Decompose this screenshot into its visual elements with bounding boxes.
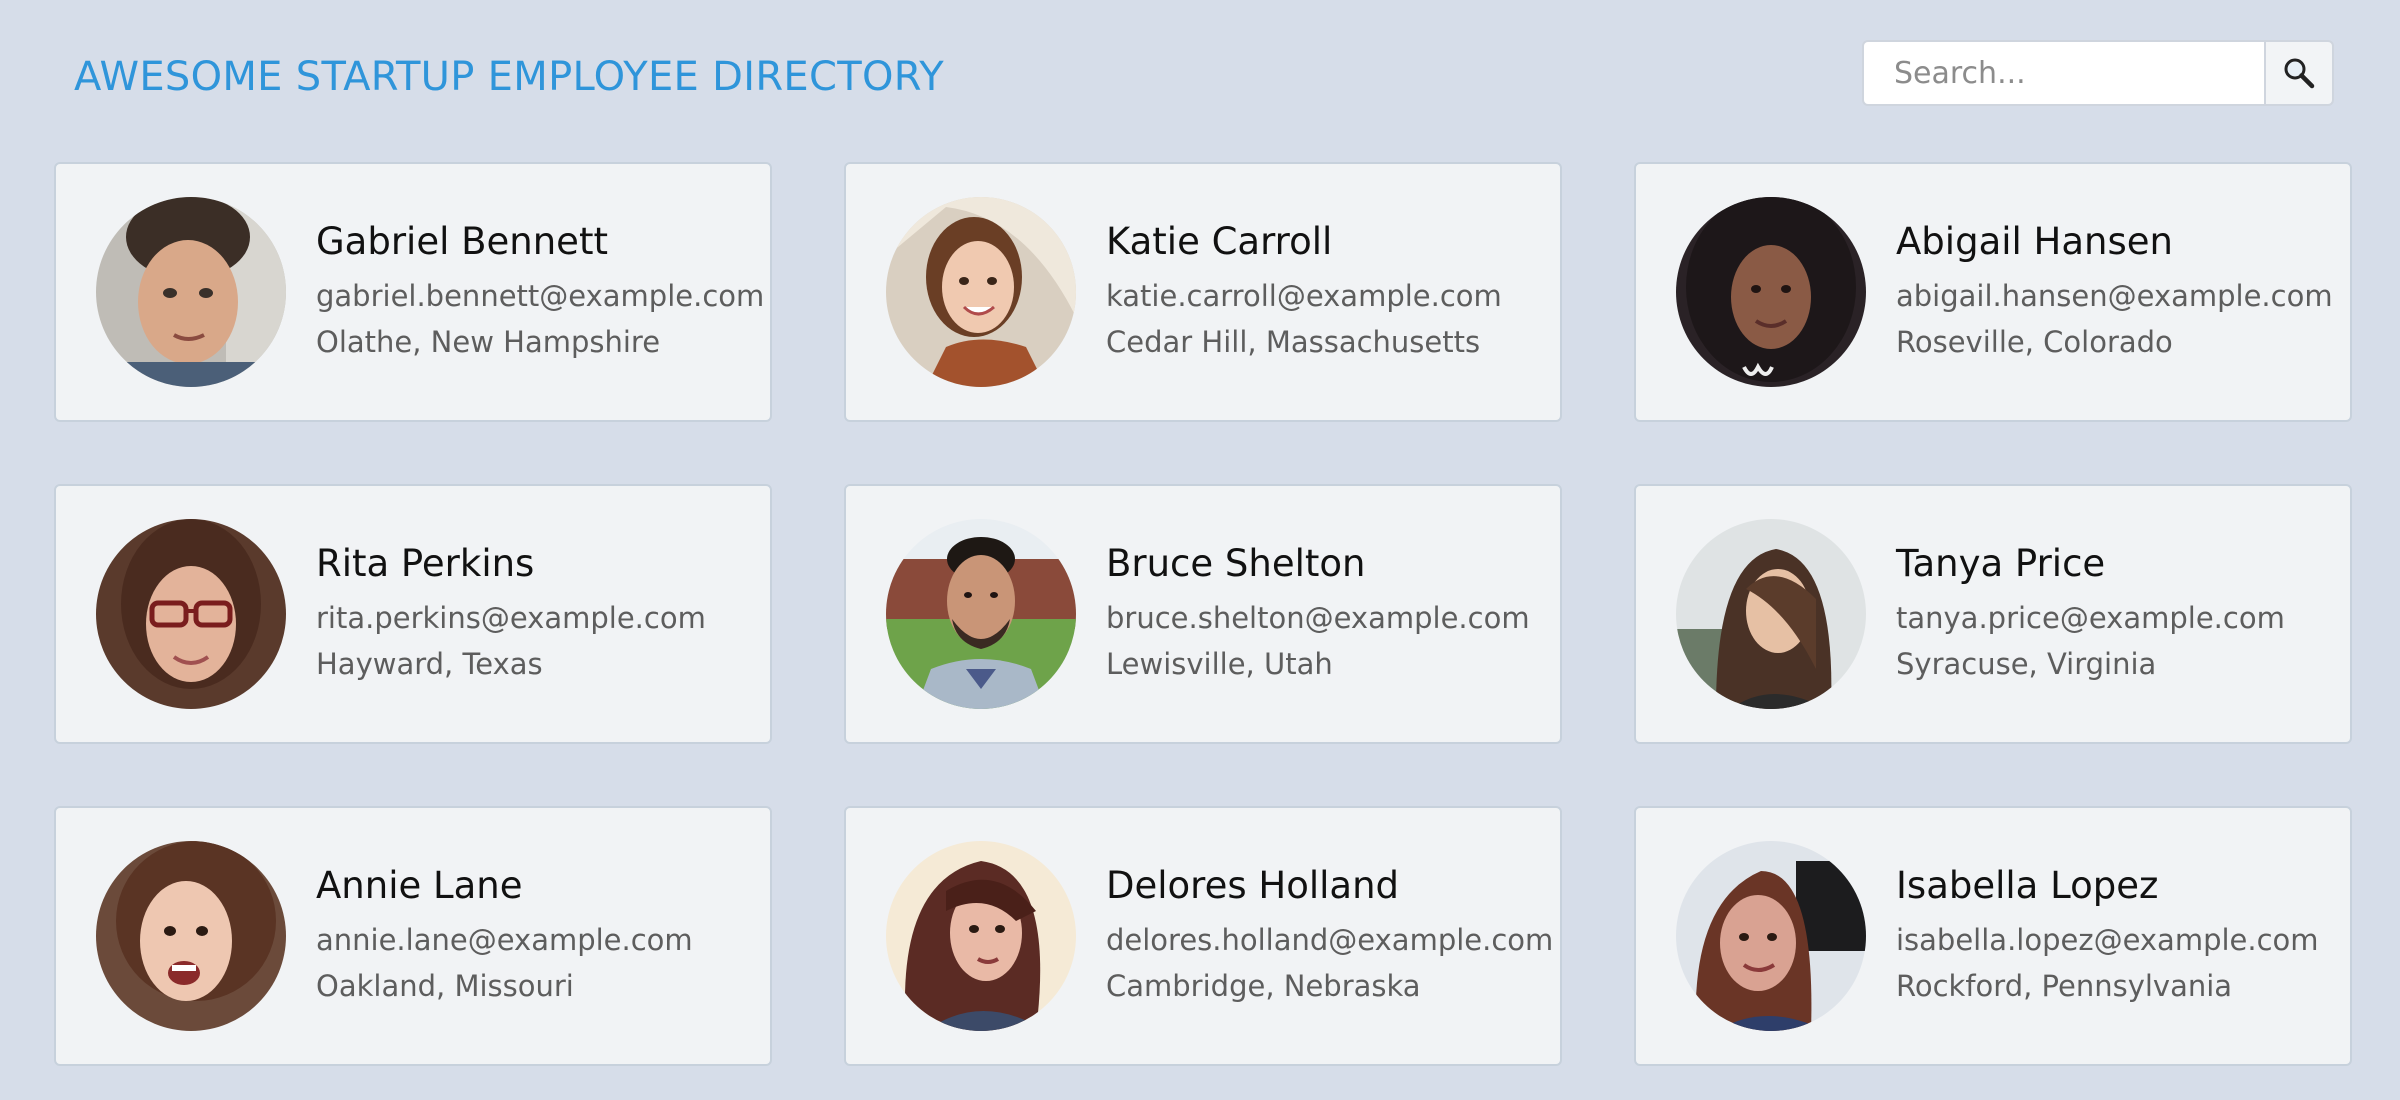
employee-name: Tanya Price (1896, 542, 2106, 585)
employee-name: Katie Carroll (1106, 220, 1333, 263)
employee-name: Gabriel Bennett (316, 220, 608, 263)
employee-location: Oakland, Missouri (316, 969, 574, 1003)
employee-name: Delores Holland (1106, 864, 1400, 907)
employee-grid: Gabriel Bennett gabriel.bennett@example.… (54, 162, 2352, 1066)
employee-email: katie.carroll@example.com (1106, 279, 1502, 313)
employee-card[interactable]: Bruce Shelton bruce.shelton@example.com … (844, 484, 1562, 744)
employee-card[interactable]: Abigail Hansen abigail.hansen@example.co… (1634, 162, 2352, 422)
employee-location: Syracuse, Virginia (1896, 647, 2157, 681)
employee-info: Katie Carroll katie.carroll@example.com … (1106, 219, 1502, 365)
employee-location: Lewisville, Utah (1106, 647, 1333, 681)
avatar (96, 841, 286, 1031)
employee-location: Roseville, Colorado (1896, 325, 2173, 359)
avatar (1676, 841, 1866, 1031)
page-title: AWESOME STARTUP EMPLOYEE DIRECTORY (74, 54, 945, 100)
magnifier-icon (2284, 58, 2315, 89)
employee-email: gabriel.bennett@example.com (316, 279, 765, 313)
employee-card[interactable]: Annie Lane annie.lane@example.com Oaklan… (54, 806, 772, 1066)
employee-email: bruce.shelton@example.com (1106, 601, 1530, 635)
employee-card[interactable]: Tanya Price tanya.price@example.com Syra… (1634, 484, 2352, 744)
employee-info: Abigail Hansen abigail.hansen@example.co… (1896, 219, 2333, 365)
employee-location: Cedar Hill, Massachusetts (1106, 325, 1481, 359)
employee-info: Annie Lane annie.lane@example.com Oaklan… (316, 863, 693, 1009)
employee-card[interactable]: Rita Perkins rita.perkins@example.com Ha… (54, 484, 772, 744)
avatar (96, 197, 286, 387)
employee-info: Rita Perkins rita.perkins@example.com Ha… (316, 541, 706, 687)
avatar (886, 841, 1076, 1031)
avatar (886, 519, 1076, 709)
employee-email: isabella.lopez@example.com (1896, 923, 2319, 957)
employee-location: Olathe, New Hampshire (316, 325, 661, 359)
employee-info: Tanya Price tanya.price@example.com Syra… (1896, 541, 2285, 687)
employee-email: tanya.price@example.com (1896, 601, 2285, 635)
avatar (1676, 519, 1866, 709)
search-input[interactable] (1862, 40, 2264, 106)
employee-info: Bruce Shelton bruce.shelton@example.com … (1106, 541, 1530, 687)
employee-card[interactable]: Gabriel Bennett gabriel.bennett@example.… (54, 162, 772, 422)
employee-name: Abigail Hansen (1896, 220, 2173, 263)
employee-email: annie.lane@example.com (316, 923, 693, 957)
employee-name: Bruce Shelton (1106, 542, 1366, 585)
employee-info: Delores Holland delores.holland@example.… (1106, 863, 1553, 1009)
employee-name: Isabella Lopez (1896, 864, 2159, 907)
search-button[interactable] (2264, 40, 2334, 106)
avatar (886, 197, 1076, 387)
employee-name: Rita Perkins (316, 542, 535, 585)
employee-info: Isabella Lopez isabella.lopez@example.co… (1896, 863, 2319, 1009)
employee-email: rita.perkins@example.com (316, 601, 706, 635)
employee-card[interactable]: Katie Carroll katie.carroll@example.com … (844, 162, 1562, 422)
avatar (96, 519, 286, 709)
employee-card[interactable]: Delores Holland delores.holland@example.… (844, 806, 1562, 1066)
avatar (1676, 197, 1866, 387)
employee-location: Hayward, Texas (316, 647, 543, 681)
employee-email: abigail.hansen@example.com (1896, 279, 2333, 313)
employee-card[interactable]: Isabella Lopez isabella.lopez@example.co… (1634, 806, 2352, 1066)
employee-location: Rockford, Pennsylvania (1896, 969, 2233, 1003)
employee-info: Gabriel Bennett gabriel.bennett@example.… (316, 219, 764, 365)
employee-email: delores.holland@example.com (1106, 923, 1554, 957)
employee-location: Cambridge, Nebraska (1106, 969, 1421, 1003)
search-bar (1862, 40, 2334, 106)
employee-name: Annie Lane (316, 864, 523, 907)
